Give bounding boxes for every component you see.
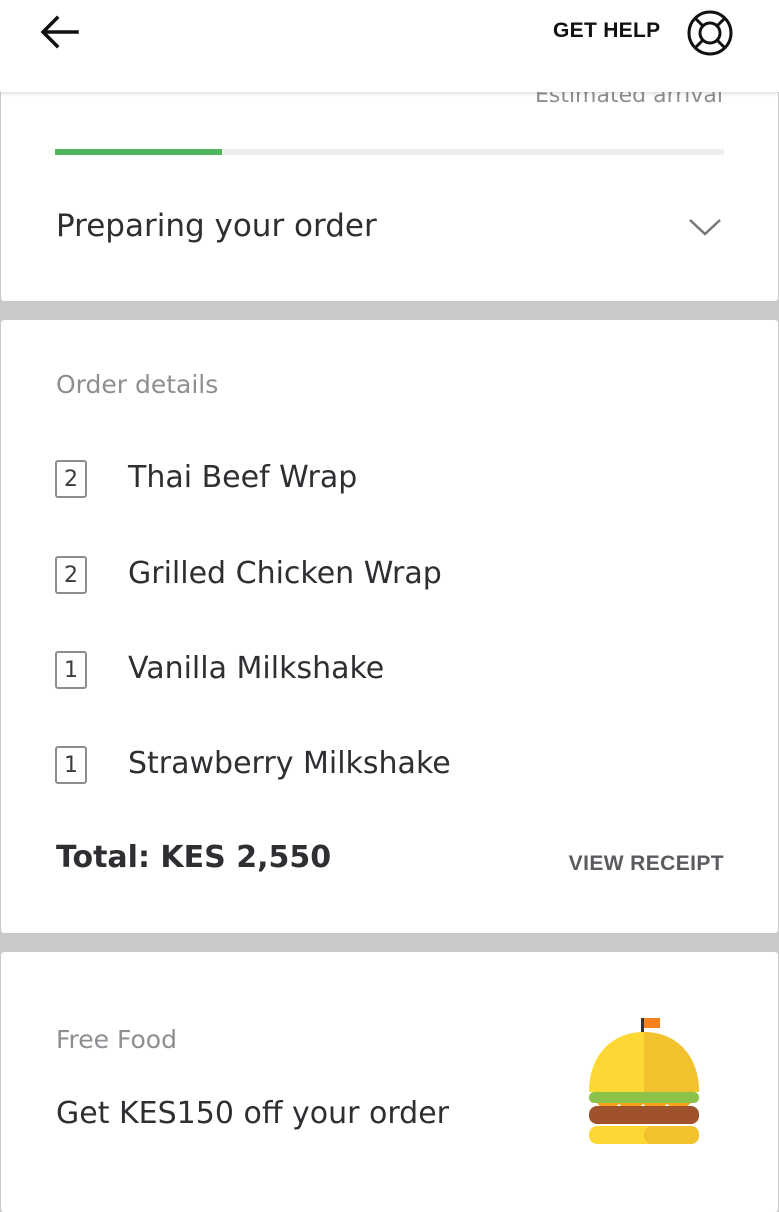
promo-label: Free Food <box>56 1025 177 1054</box>
order-details-title: Order details <box>56 370 219 399</box>
order-status-text: Preparing your order <box>56 208 377 244</box>
item-quantity: 1 <box>55 651 87 689</box>
item-name: Strawberry Milkshake <box>128 746 451 781</box>
order-status-card: Estimated arrival Preparing your order <box>1 60 778 301</box>
burger-icon <box>589 1018 699 1144</box>
help-button[interactable] <box>686 9 734 57</box>
item-name: Thai Beef Wrap <box>128 460 358 495</box>
lifebuoy-icon <box>687 10 733 56</box>
expand-status-button[interactable] <box>687 215 723 239</box>
order-total: Total: KES 2,550 <box>56 840 332 875</box>
back-button[interactable] <box>38 12 82 52</box>
item-quantity: 2 <box>55 460 87 498</box>
get-help-link[interactable]: GET HELP <box>553 19 660 43</box>
promo-card[interactable]: Free Food Get KES150 off your order <box>1 952 778 1212</box>
item-quantity: 1 <box>55 746 87 784</box>
item-name: Grilled Chicken Wrap <box>128 556 442 591</box>
item-quantity: 2 <box>55 556 87 594</box>
item-name: Vanilla Milkshake <box>128 651 385 686</box>
order-progress-fill <box>55 149 223 155</box>
order-details-card: Order details 2 Thai Beef Wrap 2 Grilled… <box>1 320 778 933</box>
chevron-down-icon <box>689 219 721 236</box>
arrow-left-icon <box>40 15 79 49</box>
top-bar: GET HELP <box>0 0 779 92</box>
order-progress-bar <box>55 149 724 155</box>
promo-text: Get KES150 off your order <box>56 1096 450 1131</box>
view-receipt-button[interactable]: VIEW RECEIPT <box>569 852 724 876</box>
